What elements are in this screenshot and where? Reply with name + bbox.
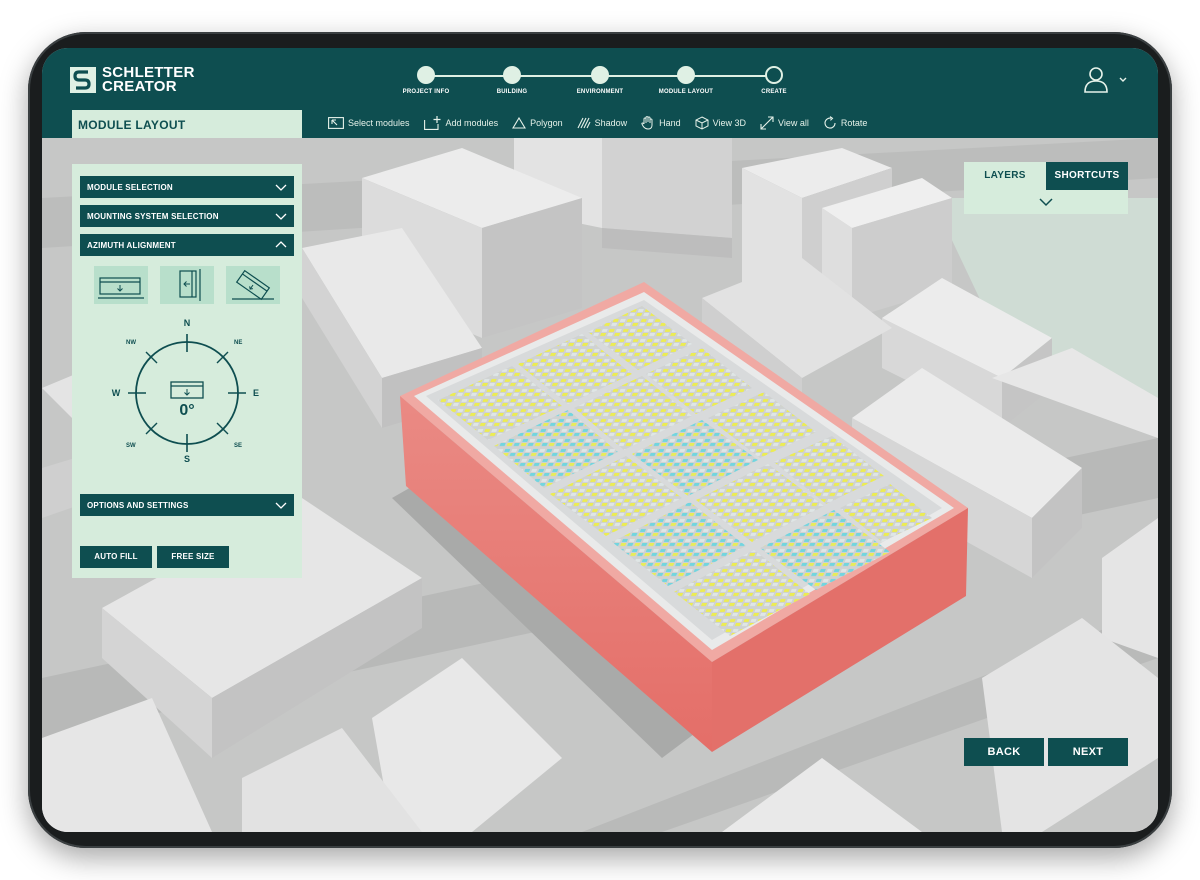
compass-sw: SW — [126, 443, 136, 449]
step-dot — [503, 66, 521, 84]
section-title-tab: MODULE LAYOUT — [72, 110, 302, 138]
step-environment[interactable]: ENVIRONMENT — [560, 66, 640, 95]
next-button[interactable]: NEXT — [1048, 738, 1128, 766]
polygon-icon — [512, 117, 527, 129]
accordion-options-settings[interactable]: OPTIONS AND SETTINGS — [80, 494, 294, 516]
chevron-down-icon — [275, 213, 287, 220]
azimuth-south-button[interactable] — [94, 266, 148, 304]
compass-ne: NE — [234, 340, 243, 346]
step-label: BUILDING — [496, 89, 528, 95]
module-south-icon — [98, 277, 144, 299]
step-module-layout[interactable]: MODULE LAYOUT — [646, 66, 726, 95]
user-menu[interactable] — [1082, 66, 1132, 96]
azimuth-compass[interactable]: N S W E NW NE SW SE 0° — [90, 316, 284, 466]
chevron-down-icon[interactable] — [1039, 197, 1053, 207]
tool-label: Polygon — [530, 118, 563, 128]
select-modules-tool[interactable]: Select modules — [328, 117, 410, 129]
chevron-down-icon — [275, 502, 287, 509]
hand-icon — [641, 116, 653, 130]
step-label: MODULE LAYOUT — [658, 89, 714, 95]
section-title: MODULE LAYOUT — [78, 118, 186, 132]
accordion-label: MOUNTING SYSTEM SELECTION — [87, 212, 219, 221]
tool-label: Shadow — [594, 118, 628, 128]
toolbar: Select modules Add modules Polygon Shado… — [328, 112, 867, 134]
cube-icon — [695, 116, 709, 130]
logo-mark-icon — [70, 67, 96, 93]
view-3d-tool[interactable]: View 3D — [695, 116, 746, 130]
rotate-icon — [824, 116, 836, 129]
tool-label: Add modules — [445, 118, 499, 128]
rotate-tool[interactable]: Rotate — [823, 116, 868, 130]
module-rotated-icon — [232, 269, 274, 301]
module-west-icon — [179, 269, 201, 301]
compass-n: N — [183, 318, 191, 328]
view-all-tool[interactable]: View all — [760, 116, 809, 130]
accordion-label: OPTIONS AND SETTINGS — [87, 501, 189, 510]
add-modules-tool[interactable]: Add modules — [423, 116, 499, 130]
shadow-tool[interactable]: Shadow — [577, 117, 628, 129]
compass-w: W — [111, 388, 121, 398]
azimuth-angle: 0° — [179, 402, 195, 419]
step-building[interactable]: BUILDING — [472, 66, 552, 95]
compass-e: E — [252, 388, 259, 398]
accordion-label: MODULE SELECTION — [87, 183, 173, 192]
step-dot — [591, 66, 609, 84]
azimuth-west-button[interactable] — [160, 266, 214, 304]
polygon-tool[interactable]: Polygon — [512, 117, 563, 129]
chevron-up-icon — [275, 241, 287, 248]
top-bar: SCHLETTER CREATOR PROJECT INFO BUILDING … — [42, 48, 1158, 138]
module-layout-panel: MODULE SELECTION MOUNTING SYSTEM SELECTI… — [72, 164, 302, 578]
accordion-module-selection[interactable]: MODULE SELECTION — [80, 176, 294, 198]
accordion-azimuth[interactable]: AZIMUTH ALIGNMENT — [80, 234, 294, 256]
chevron-down-icon — [275, 184, 287, 191]
chevron-down-icon — [1119, 77, 1127, 82]
azimuth-rotate-button[interactable] — [226, 266, 280, 304]
brand-line2: CREATOR — [102, 78, 177, 95]
step-dot — [417, 66, 435, 84]
hand-tool[interactable]: Hand — [641, 116, 681, 130]
step-project-info[interactable]: PROJECT INFO — [386, 66, 466, 95]
free-size-button[interactable]: FREE SIZE — [157, 546, 229, 568]
expand-icon — [760, 116, 774, 130]
tool-label: Rotate — [840, 118, 868, 128]
tab-shortcuts[interactable]: SHORTCUTS — [1046, 162, 1128, 190]
layers-shortcuts-panel: LAYERS SHORTCUTS — [964, 162, 1128, 214]
app-screen: SCHLETTER CREATOR PROJECT INFO BUILDING … — [42, 48, 1158, 832]
auto-fill-button[interactable]: AUTO FILL — [80, 546, 152, 568]
accordion-label: AZIMUTH ALIGNMENT — [87, 241, 176, 250]
step-label: PROJECT INFO — [402, 89, 450, 95]
accordion-mounting-system[interactable]: MOUNTING SYSTEM SELECTION — [80, 205, 294, 227]
compass-s: S — [183, 454, 190, 464]
tool-label: Hand — [659, 118, 681, 128]
shadow-icon — [577, 117, 591, 129]
step-dot — [677, 66, 695, 84]
step-dot — [765, 66, 783, 84]
tool-label: Select modules — [348, 118, 410, 128]
tool-label: View all — [778, 118, 809, 128]
tab-layers[interactable]: LAYERS — [964, 162, 1046, 190]
step-create[interactable]: CREATE — [734, 66, 814, 95]
compass-nw: NW — [126, 340, 136, 346]
step-label: CREATE — [761, 89, 787, 95]
add-icon — [423, 116, 441, 130]
tool-label: View 3D — [712, 118, 747, 128]
progress-stepper: PROJECT INFO BUILDING ENVIRONMENT MODULE… — [403, 66, 787, 100]
step-label: ENVIRONMENT — [576, 89, 624, 95]
back-button[interactable]: BACK — [964, 738, 1044, 766]
select-icon — [328, 117, 344, 129]
compass-se: SE — [234, 443, 243, 449]
brand-logo[interactable]: SCHLETTER CREATOR — [70, 65, 195, 95]
user-icon — [1084, 67, 1108, 93]
